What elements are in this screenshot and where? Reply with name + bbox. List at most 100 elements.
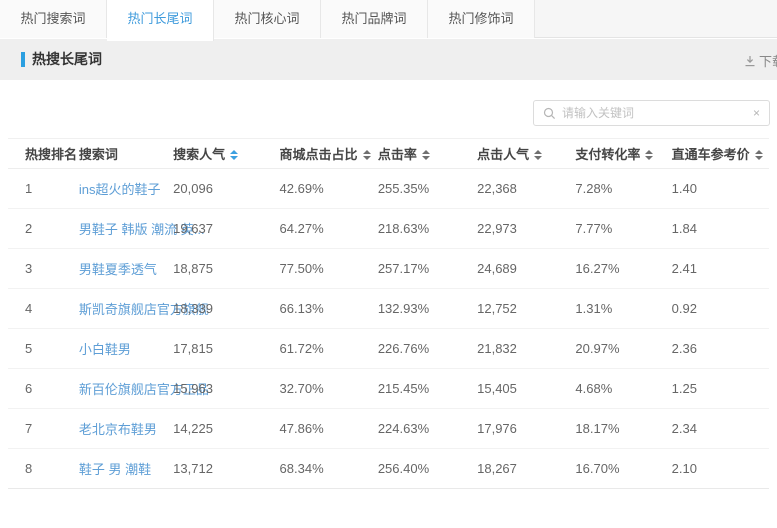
table-row: 8鞋子 男 潮鞋13,71268.34%256.40%18,26716.70%2… bbox=[8, 449, 769, 489]
metric-cell: 12,752 bbox=[477, 289, 575, 329]
keyword-link[interactable]: 老北京布鞋男 bbox=[79, 422, 157, 437]
download-label: 下载 bbox=[759, 51, 777, 70]
metric-cell: 218.63% bbox=[378, 209, 477, 249]
metric-cell: 18,267 bbox=[477, 449, 575, 489]
metric-cell: 4.68% bbox=[575, 369, 671, 409]
metric-cell: 16.27% bbox=[575, 249, 671, 289]
metric-cell: 19,637 bbox=[173, 209, 279, 249]
metric-cell: 2.36 bbox=[672, 329, 769, 369]
tab-bar: 热门搜索词热门长尾词热门核心词热门品牌词热门修饰词 bbox=[0, 0, 777, 38]
tab-0[interactable]: 热门搜索词 bbox=[0, 0, 107, 38]
hot-search-words-page: 热门搜索词热门长尾词热门核心词热门品牌词热门修饰词 热搜长尾词 下载 × 热搜排… bbox=[0, 0, 777, 528]
rank-cell: 6 bbox=[8, 369, 79, 409]
title-accent-bar bbox=[21, 52, 25, 67]
clear-search-icon[interactable]: × bbox=[753, 107, 760, 119]
table-row: 5小白鞋男17,81561.72%226.76%21,83220.97%2.36 bbox=[8, 329, 769, 369]
metric-cell: 2.34 bbox=[672, 409, 769, 449]
metric-cell: 64.27% bbox=[280, 209, 378, 249]
rank-cell: 5 bbox=[8, 329, 79, 369]
metric-cell: 215.45% bbox=[378, 369, 477, 409]
metric-cell: 17,976 bbox=[477, 409, 575, 449]
column-header-2[interactable]: 搜索人气 bbox=[173, 139, 279, 169]
keyword-link[interactable]: 男鞋夏季透气 bbox=[79, 262, 157, 277]
metric-cell: 2.10 bbox=[672, 449, 769, 489]
table-row: 7老北京布鞋男14,22547.86%224.63%17,97618.17%2.… bbox=[8, 409, 769, 449]
metric-cell: 18,339 bbox=[173, 289, 279, 329]
metric-cell: 68.34% bbox=[280, 449, 378, 489]
metric-cell: 18.17% bbox=[575, 409, 671, 449]
metric-cell: 1.31% bbox=[575, 289, 671, 329]
page-title-text: 热搜长尾词 bbox=[32, 49, 102, 69]
column-header-label: 搜索词 bbox=[79, 147, 118, 162]
tab-1[interactable]: 热门长尾词 bbox=[107, 0, 214, 41]
metric-cell: 0.92 bbox=[672, 289, 769, 329]
metric-cell: 17,815 bbox=[173, 329, 279, 369]
download-icon bbox=[744, 55, 756, 67]
column-header-1: 搜索词 bbox=[79, 139, 173, 169]
column-header-3[interactable]: 商城点击占比 bbox=[280, 139, 378, 169]
section-header-band: 热搜长尾词 下载 bbox=[0, 39, 777, 80]
tab-4[interactable]: 热门修饰词 bbox=[428, 0, 535, 38]
sort-icon[interactable] bbox=[422, 150, 430, 160]
tab-3[interactable]: 热门品牌词 bbox=[321, 0, 428, 38]
metric-cell: 66.13% bbox=[280, 289, 378, 329]
column-header-label: 搜索人气 bbox=[173, 147, 225, 162]
metric-cell: 77.50% bbox=[280, 249, 378, 289]
rank-cell: 4 bbox=[8, 289, 79, 329]
keyword-link[interactable]: ins超火的鞋子 bbox=[79, 182, 161, 197]
metric-cell: 22,973 bbox=[477, 209, 575, 249]
search-input[interactable] bbox=[562, 102, 753, 124]
metric-cell: 15,405 bbox=[477, 369, 575, 409]
table-row: 3男鞋夏季透气18,87577.50%257.17%24,68916.27%2.… bbox=[8, 249, 769, 289]
keyword-cell: 斯凯奇旗舰店官方旗舰 bbox=[79, 289, 173, 329]
sort-icon[interactable] bbox=[230, 150, 238, 160]
column-header-7[interactable]: 直通车参考价 bbox=[672, 139, 769, 169]
column-header-5[interactable]: 点击人气 bbox=[477, 139, 575, 169]
metric-cell: 22,368 bbox=[477, 169, 575, 209]
metric-cell: 7.28% bbox=[575, 169, 671, 209]
metric-cell: 257.17% bbox=[378, 249, 477, 289]
metric-cell: 255.35% bbox=[378, 169, 477, 209]
metric-cell: 1.40 bbox=[672, 169, 769, 209]
metric-cell: 14,225 bbox=[173, 409, 279, 449]
metric-cell: 7.77% bbox=[575, 209, 671, 249]
column-header-label: 热搜排名 bbox=[25, 147, 77, 162]
keyword-link[interactable]: 鞋子 男 潮鞋 bbox=[79, 462, 151, 477]
column-header-label: 商城点击占比 bbox=[280, 147, 358, 162]
metric-cell: 1.25 bbox=[672, 369, 769, 409]
keyword-link[interactable]: 小白鞋男 bbox=[79, 342, 131, 357]
hot-keywords-table: 热搜排名搜索词 搜索人气 商城点击占比 点击率 点击人气支付转化率 直通车参考价 1ins… bbox=[8, 138, 769, 489]
table-row: 4斯凯奇旗舰店官方旗舰18,33966.13%132.93%12,7521.31… bbox=[8, 289, 769, 329]
keyword-cell: 鞋子 男 潮鞋 bbox=[79, 449, 173, 489]
sort-icon[interactable] bbox=[755, 150, 763, 160]
keyword-cell: 男鞋子 韩版 潮流 英... bbox=[79, 209, 173, 249]
column-header-label: 支付转化率 bbox=[575, 147, 640, 162]
metric-cell: 132.93% bbox=[378, 289, 477, 329]
rank-cell: 1 bbox=[8, 169, 79, 209]
column-header-4[interactable]: 点击率 bbox=[378, 139, 477, 169]
tab-2[interactable]: 热门核心词 bbox=[214, 0, 321, 38]
metric-cell: 61.72% bbox=[280, 329, 378, 369]
sort-icon[interactable] bbox=[363, 150, 371, 160]
table-header: 热搜排名搜索词 搜索人气 商城点击占比 点击率 点击人气支付转化率 直通车参考价 bbox=[8, 139, 769, 169]
sort-icon[interactable] bbox=[645, 150, 653, 160]
metric-cell: 2.41 bbox=[672, 249, 769, 289]
keyword-search-box: × bbox=[533, 100, 770, 126]
download-button[interactable]: 下载 bbox=[744, 51, 777, 70]
metric-cell: 20,096 bbox=[173, 169, 279, 209]
metric-cell: 42.69% bbox=[280, 169, 378, 209]
column-header-6[interactable]: 支付转化率 bbox=[575, 139, 671, 169]
metric-cell: 13,712 bbox=[173, 449, 279, 489]
table-row: 1ins超火的鞋子 20,09642.69%255.35%22,3687.28%1… bbox=[8, 169, 769, 209]
rank-cell: 7 bbox=[8, 409, 79, 449]
metric-cell: 256.40% bbox=[378, 449, 477, 489]
metric-cell: 15,963 bbox=[173, 369, 279, 409]
keyword-cell: 小白鞋男 bbox=[79, 329, 173, 369]
metric-cell: 24,689 bbox=[477, 249, 575, 289]
column-header-label: 点击率 bbox=[378, 147, 417, 162]
metric-cell: 16.70% bbox=[575, 449, 671, 489]
metric-cell: 21,832 bbox=[477, 329, 575, 369]
tab-bar-filler bbox=[535, 0, 777, 37]
sort-icon[interactable] bbox=[534, 150, 542, 160]
column-header-label: 直通车参考价 bbox=[672, 147, 750, 162]
